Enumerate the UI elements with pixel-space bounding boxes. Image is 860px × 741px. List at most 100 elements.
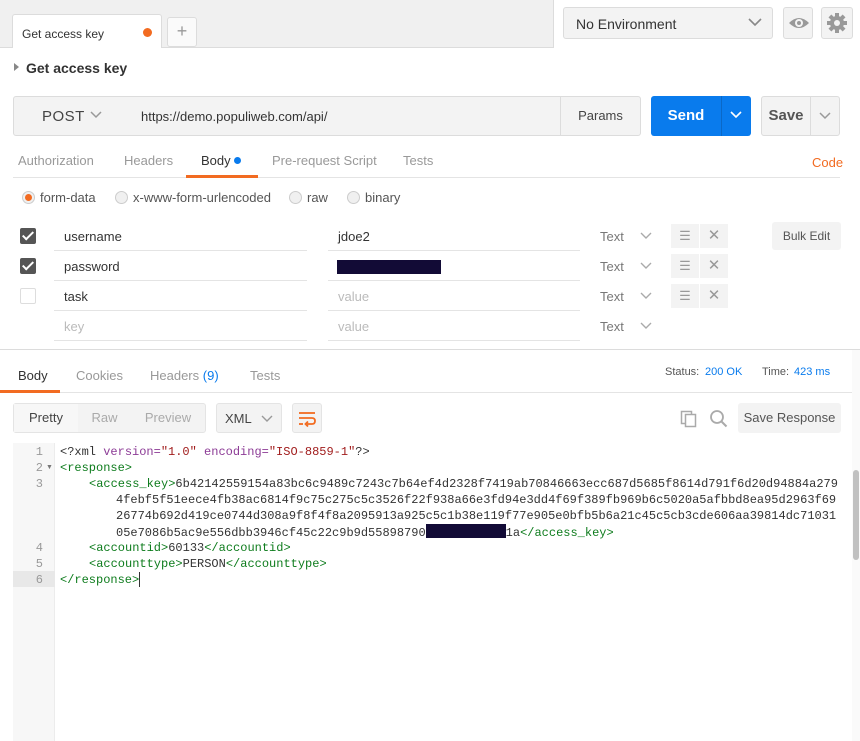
key-text: password xyxy=(64,259,120,274)
headers-count: (9) xyxy=(202,368,219,383)
send-options-button[interactable] xyxy=(721,96,751,136)
value-input[interactable]: jdoe2 xyxy=(328,221,580,251)
divider xyxy=(0,349,860,350)
access-key-text: 1a xyxy=(505,526,521,540)
key-input[interactable]: key xyxy=(54,311,307,341)
view-raw-button[interactable]: Raw xyxy=(78,404,131,432)
value-text: jdoe2 xyxy=(338,229,370,244)
chevron-down-icon xyxy=(819,112,831,120)
tab-body[interactable]: Body xyxy=(201,153,231,168)
tab-tests[interactable]: Tests xyxy=(403,153,433,168)
key-input[interactable]: password xyxy=(54,251,307,281)
access-key-text: 05e7086b5ac9e556dbb3946cf45c22c9b9d55898… xyxy=(116,526,426,540)
response-tab-tests[interactable]: Tests xyxy=(250,368,280,383)
close-icon[interactable]: ✕ xyxy=(700,224,728,248)
key-input[interactable]: username xyxy=(54,221,307,251)
radio-unselected-icon xyxy=(115,191,128,204)
response-tab-cookies[interactable]: Cookies xyxy=(76,368,123,383)
row-enabled-checkbox[interactable] xyxy=(20,228,36,244)
request-tab-label: Get access key xyxy=(22,27,105,41)
text-cursor xyxy=(139,572,140,587)
key-input[interactable]: task xyxy=(54,281,307,311)
divider xyxy=(553,0,554,48)
radio-label: x-www-form-urlencoded xyxy=(133,190,271,205)
status-value[interactable]: 200 OK xyxy=(705,366,742,378)
wrap-lines-button[interactable] xyxy=(292,403,322,433)
hamburger-icon[interactable]: ☰ xyxy=(671,224,699,248)
save-options-button[interactable] xyxy=(810,96,840,136)
view-pretty-button[interactable]: Pretty xyxy=(14,404,78,432)
environment-selected-label: No Environment xyxy=(576,16,677,32)
view-preview-button[interactable]: Preview xyxy=(131,404,205,432)
xml-tag: </access_key> xyxy=(520,526,614,540)
send-button[interactable]: Send xyxy=(651,96,721,136)
params-button[interactable]: Params xyxy=(560,96,641,136)
value-input[interactable]: value xyxy=(328,281,580,311)
close-icon[interactable]: ✕ xyxy=(700,284,728,308)
new-tab-button[interactable]: + xyxy=(167,17,197,47)
xml-tag: </accounttype> xyxy=(225,557,327,571)
form-row-username: username jdoe2 Text ☰ ✕ xyxy=(13,221,840,251)
bulk-edit-button[interactable]: Bulk Edit xyxy=(772,222,841,250)
form-row-new: key value Text xyxy=(13,311,840,341)
type-select[interactable]: Text xyxy=(600,319,624,334)
chevron-down-icon xyxy=(640,262,652,269)
account-id-text: 60133 xyxy=(168,541,205,555)
environment-select[interactable]: No Environment xyxy=(563,7,773,39)
hamburger-icon[interactable]: ☰ xyxy=(671,284,699,308)
unsaved-dot-icon xyxy=(143,28,152,37)
chevron-down-icon xyxy=(640,232,652,239)
url-input[interactable] xyxy=(129,96,561,136)
line-number: 5 xyxy=(35,557,43,571)
xml-tag: <response> xyxy=(60,461,133,475)
format-select[interactable]: XML xyxy=(216,403,282,433)
save-button[interactable]: Save xyxy=(761,96,811,136)
close-icon[interactable]: ✕ xyxy=(700,254,728,278)
tab-prerequest-script[interactable]: Pre-request Script xyxy=(272,153,377,168)
tab-headers[interactable]: Headers xyxy=(124,153,173,168)
row-enabled-checkbox[interactable] xyxy=(20,288,36,304)
request-tab-get-access-key[interactable]: Get access key xyxy=(12,14,162,48)
type-select[interactable]: Text xyxy=(600,289,624,304)
gear-icon xyxy=(827,13,847,33)
chevron-down-icon xyxy=(640,322,652,329)
save-response-button[interactable]: Save Response xyxy=(738,403,841,433)
radio-unselected-icon xyxy=(289,191,302,204)
generate-code-link[interactable]: Code xyxy=(812,155,843,170)
response-tab-body[interactable]: Body xyxy=(18,368,48,383)
manage-environments-button[interactable] xyxy=(821,7,853,39)
hamburger-icon[interactable]: ☰ xyxy=(671,254,699,278)
chevron-down-icon xyxy=(730,111,742,119)
active-tab-indicator xyxy=(0,390,60,393)
value-placeholder: value xyxy=(338,319,370,334)
method-label: POST xyxy=(42,108,85,125)
chevron-down-icon xyxy=(640,292,652,299)
code-line-3: <access_key>6b42142559154a83bc6c9489c724… xyxy=(89,476,838,492)
xml-tag: </accountid> xyxy=(204,541,291,555)
vertical-scrollbar-thumb[interactable] xyxy=(853,470,859,560)
value-input[interactable]: value xyxy=(328,311,580,341)
type-select[interactable]: Text xyxy=(600,259,624,274)
access-key-text: 4febf5f51eece4fb38ac6814f9c75c275c5c3526… xyxy=(116,493,837,507)
format-label: XML xyxy=(225,411,252,426)
row-enabled-checkbox[interactable] xyxy=(20,258,36,274)
form-row-task: task value Text ☰ ✕ xyxy=(13,281,840,311)
line-number: 4 xyxy=(35,541,43,555)
form-row-password: password Text ☰ ✕ xyxy=(13,251,840,281)
view-mode-segmented: Pretty Raw Preview xyxy=(13,403,206,433)
fold-toggle-icon[interactable]: ▼ xyxy=(46,464,53,471)
type-select[interactable]: Text xyxy=(600,229,624,244)
xml-attr-value: "1.0" xyxy=(160,445,197,459)
method-select[interactable]: POST xyxy=(13,96,130,136)
time-value[interactable]: 423 ms xyxy=(794,366,830,378)
value-input[interactable] xyxy=(328,251,580,281)
copy-icon[interactable] xyxy=(680,410,698,428)
wrap-lines-icon xyxy=(299,412,316,428)
time-label: Time: xyxy=(762,366,790,378)
tab-authorization[interactable]: Authorization xyxy=(18,153,94,168)
response-tab-headers[interactable]: Headers (9) xyxy=(150,368,219,383)
environment-quick-look-button[interactable] xyxy=(783,7,813,39)
search-icon[interactable] xyxy=(709,409,728,428)
response-code-editor[interactable]: 1 2 ▼ 3 4 5 6 <?xml version="1.0" encodi… xyxy=(13,443,843,741)
chevron-down-icon xyxy=(90,111,102,119)
